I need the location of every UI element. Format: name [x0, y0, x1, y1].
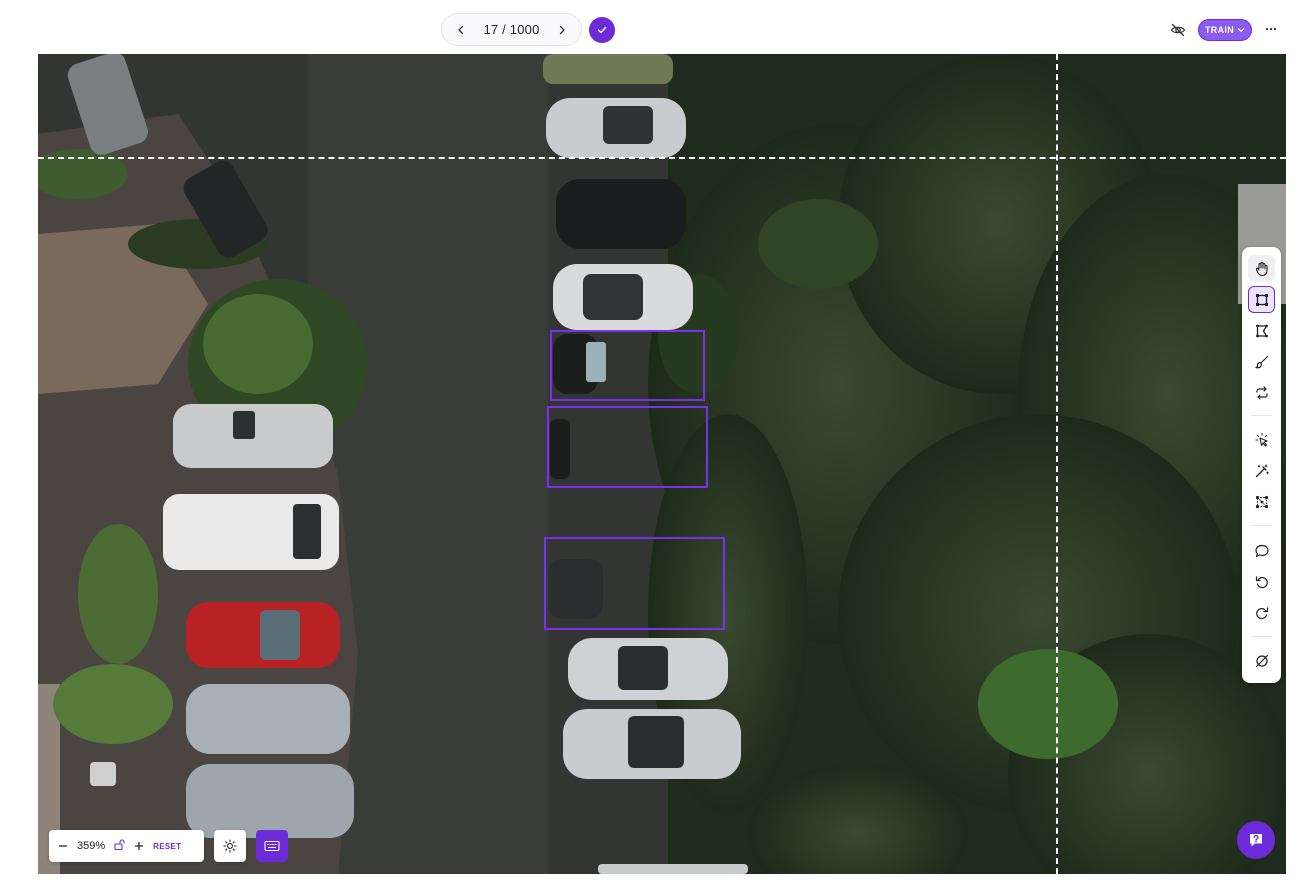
toolbar-divider [1251, 415, 1272, 416]
null-icon [1255, 654, 1268, 667]
undo-icon [1255, 575, 1268, 588]
annotation-canvas[interactable] [38, 54, 1286, 874]
image-pager: 17 / 1000 [441, 13, 582, 46]
redo-icon [1255, 606, 1268, 619]
zoom-out-button[interactable] [57, 839, 69, 854]
brightness-button[interactable] [214, 830, 246, 862]
polygon-icon [1255, 324, 1268, 337]
train-dropdown-button[interactable]: TRAIN [1198, 19, 1252, 41]
toolbar-divider [1251, 525, 1272, 526]
polygon-tool-button[interactable] [1248, 317, 1275, 344]
chevron-right-icon [559, 25, 565, 34]
crosshair-vertical-guide [1056, 54, 1058, 874]
image-counter: 17 / 1000 [483, 22, 540, 37]
bounding-box-icon [1255, 293, 1268, 306]
chevron-left-icon [458, 25, 464, 34]
keypoints-icon [1255, 495, 1268, 508]
redo-button[interactable] [1248, 599, 1275, 626]
magic-wand-tool-button[interactable] [1248, 457, 1275, 484]
train-label: TRAIN [1205, 25, 1234, 35]
top-bar: 17 / 1000 TRAIN [0, 0, 1316, 54]
bounding-box[interactable] [544, 537, 725, 630]
brush-icon [1254, 355, 1268, 368]
eye-off-icon [1170, 23, 1186, 37]
smart-select-icon [1254, 432, 1268, 447]
smart-select-tool-button[interactable] [1248, 426, 1275, 453]
toggle-visibility-button[interactable] [1169, 21, 1187, 39]
bounding-box[interactable] [547, 406, 708, 488]
reset-zoom-button[interactable]: RESET [153, 842, 181, 851]
crosshair-horizontal-guide [38, 157, 1286, 159]
confirm-button[interactable] [589, 17, 615, 43]
hand-icon [1255, 261, 1268, 276]
comment-icon [1254, 544, 1269, 557]
magic-wand-icon [1255, 464, 1269, 477]
unlock-icon [114, 839, 125, 851]
null-annotation-button[interactable] [1248, 647, 1275, 674]
sun-icon [223, 839, 237, 853]
undo-button[interactable] [1248, 568, 1275, 595]
help-button[interactable] [1237, 821, 1275, 859]
zoom-lock-button[interactable] [113, 838, 125, 854]
help-chat-icon [1250, 834, 1262, 847]
keyboard-icon [264, 840, 280, 852]
comment-tool-button[interactable] [1248, 537, 1275, 564]
bounding-box-tool-button[interactable] [1248, 286, 1275, 313]
check-icon [597, 26, 607, 34]
more-horizontal-icon [1265, 27, 1277, 31]
prev-image-button[interactable] [452, 21, 470, 39]
next-image-button[interactable] [553, 21, 571, 39]
zoom-level: 359% [77, 840, 106, 852]
more-options-button[interactable] [1262, 20, 1280, 38]
chevron-down-icon [1237, 28, 1245, 33]
keypoints-tool-button[interactable] [1248, 488, 1275, 515]
plus-icon [134, 841, 144, 850]
repeat-tool-button[interactable] [1248, 379, 1275, 406]
brush-tool-button[interactable] [1248, 348, 1275, 375]
toolbar-divider [1251, 636, 1272, 637]
keyboard-shortcuts-button[interactable] [256, 830, 288, 862]
repeat-icon [1255, 385, 1268, 400]
minus-icon [58, 844, 68, 847]
annotation-toolbar [1242, 247, 1281, 683]
hand-tool-button[interactable] [1248, 255, 1275, 282]
bounding-box[interactable] [550, 330, 705, 401]
zoom-controls: 359% RESET [49, 830, 204, 862]
zoom-in-button[interactable] [133, 839, 145, 854]
